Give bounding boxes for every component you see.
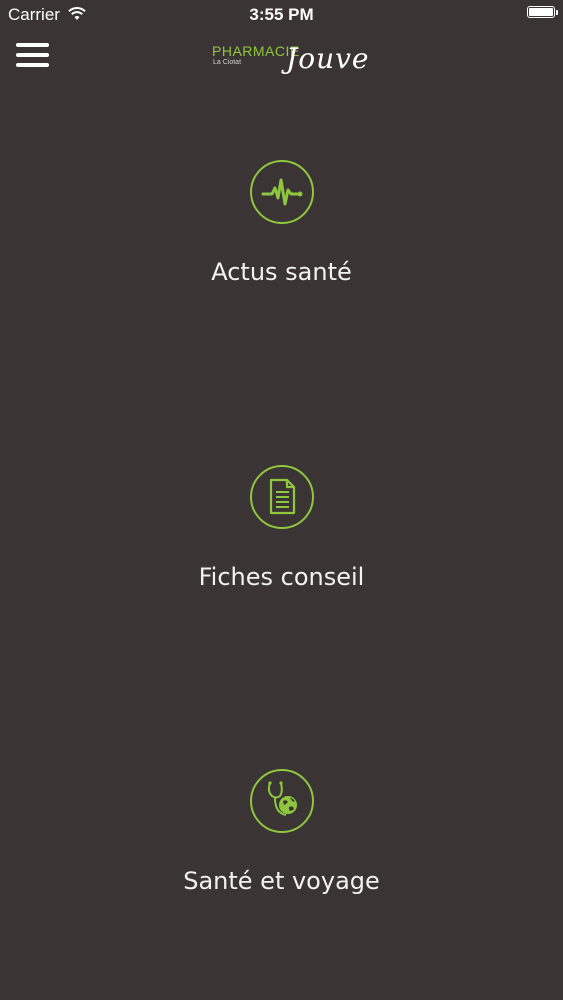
hamburger-menu-button[interactable] xyxy=(16,43,49,69)
logo-name-text: Jouve xyxy=(286,42,370,75)
status-bar: Carrier 3:55 PM xyxy=(0,0,563,30)
heartbeat-icon xyxy=(249,160,314,224)
menu-item-fiches-conseil[interactable]: Fiches conseil xyxy=(0,465,563,591)
menu-item-actus-sante[interactable]: Actus santé xyxy=(0,160,563,286)
menu-item-label: Santé et voyage xyxy=(183,867,380,895)
menu-item-sante-et-voyage[interactable]: Santé et voyage xyxy=(0,769,563,895)
logo-city-text: La Ciotat xyxy=(213,59,242,66)
globe-stethoscope-icon xyxy=(249,769,314,833)
pharmacy-logo: PHARMACIE La Ciotat Jouve xyxy=(210,40,375,80)
battery-icon xyxy=(527,6,558,18)
menu-item-label: Fiches conseil xyxy=(198,563,365,591)
menu-line-icon xyxy=(16,53,49,57)
menu-item-label: Actus santé xyxy=(211,258,352,286)
document-icon xyxy=(249,465,314,529)
menu-line-icon xyxy=(16,63,49,67)
status-time: 3:55 PM xyxy=(249,5,314,24)
menu-line-icon xyxy=(16,43,49,47)
nav-bar: PHARMACIE La Ciotat Jouve xyxy=(0,30,563,86)
